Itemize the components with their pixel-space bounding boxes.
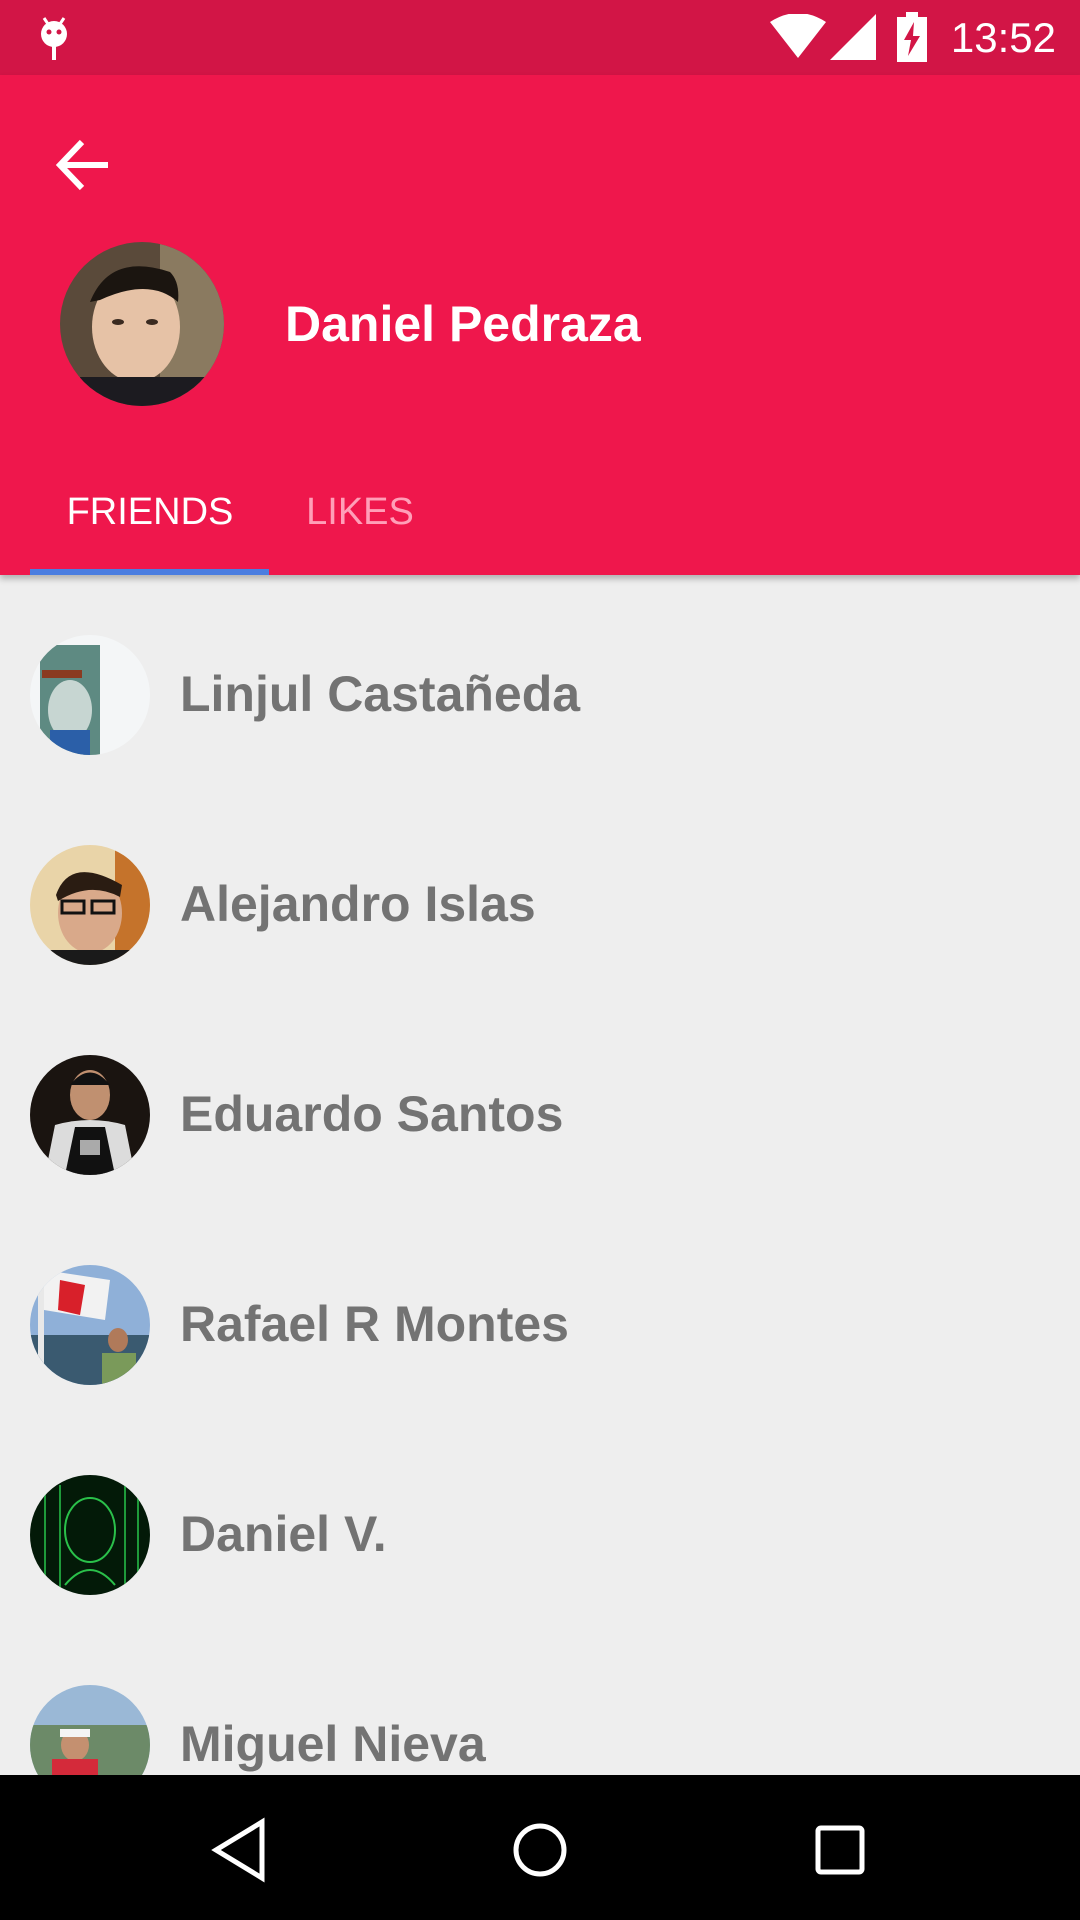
nav-back-icon[interactable] — [200, 1810, 280, 1890]
profile-photo — [60, 242, 224, 406]
screen: 13:52 Daniel Pedraza FRIENDS LIKES Linju… — [0, 0, 1080, 1920]
nav-home-icon[interactable] — [500, 1810, 580, 1890]
friend-avatar — [30, 1265, 150, 1385]
friends-list: Linjul Castañeda Alejandro Islas Eduardo… — [0, 575, 1080, 1775]
battery-charging-icon — [897, 12, 927, 62]
friend-name: Daniel V. — [180, 1506, 387, 1562]
friend-name: Linjul Castañeda — [180, 666, 581, 722]
back-arrow-icon[interactable] — [50, 130, 120, 200]
list-item[interactable]: Daniel V. — [0, 1415, 1080, 1625]
friend-avatar — [30, 635, 150, 755]
tab-friends[interactable]: FRIENDS — [30, 460, 270, 575]
list-item[interactable]: Miguel Nieva — [0, 1625, 1080, 1775]
wifi-icon — [770, 14, 826, 58]
tab-likes[interactable]: LIKES — [290, 460, 430, 575]
friend-avatar — [30, 1475, 150, 1595]
tab-bar: FRIENDS LIKES — [0, 460, 1080, 575]
friend-name: Eduardo Santos — [180, 1086, 564, 1142]
friend-avatar — [30, 1685, 150, 1775]
nav-recents-icon[interactable] — [800, 1810, 880, 1890]
friend-name: Miguel Nieva — [180, 1716, 486, 1772]
list-item[interactable]: Eduardo Santos — [0, 995, 1080, 1205]
signal-icon — [830, 14, 876, 60]
profile-avatar[interactable] — [60, 242, 224, 406]
android-debug-icon — [41, 17, 67, 60]
friend-name: Rafael R Montes — [180, 1296, 569, 1352]
list-item[interactable]: Rafael R Montes — [0, 1205, 1080, 1415]
system-nav-bar — [0, 1775, 1080, 1920]
status-clock: 13:52 — [950, 14, 1056, 61]
list-item[interactable]: Alejandro Islas — [0, 785, 1080, 995]
status-bar: 13:52 — [0, 0, 1080, 75]
profile-header: Daniel Pedraza FRIENDS LIKES — [0, 75, 1080, 575]
list-item[interactable]: Linjul Castañeda — [0, 575, 1080, 785]
friend-avatar — [30, 845, 150, 965]
friend-avatar — [30, 1055, 150, 1175]
friend-name: Alejandro Islas — [180, 876, 536, 932]
profile-name: Daniel Pedraza — [285, 296, 641, 352]
